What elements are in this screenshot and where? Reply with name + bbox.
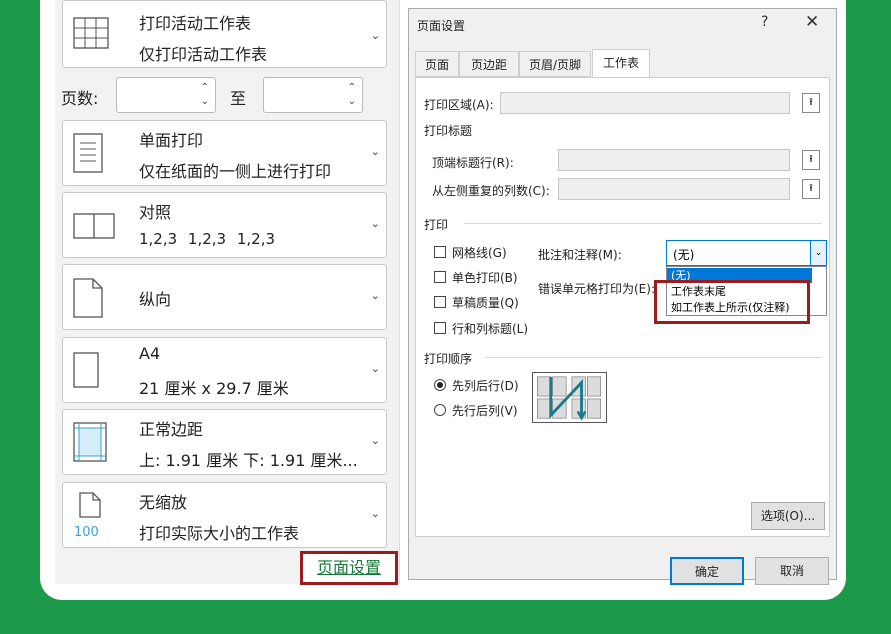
cell-errors-label: 错误单元格打印为(E):	[538, 282, 655, 296]
print-settings-panel: 打印活动工作表 仅打印活动工作表 ⌄ 页数: ⌃ ⌄ 至 ⌃ ⌄ 单面打印 仅在…	[55, 0, 400, 585]
option-subtitle: 1,2,3 1,2,3 1,2,3	[139, 230, 276, 248]
option-subtitle: 打印实际大小的工作表	[139, 524, 300, 543]
section-divider	[464, 223, 822, 224]
cancel-button[interactable]: 取消	[755, 557, 829, 585]
print-area-label: 打印区域(A):	[424, 98, 494, 112]
cols-to-repeat-label: 从左侧重复的列数(C):	[432, 184, 550, 198]
spin-down-icon[interactable]: ⌄	[348, 96, 356, 108]
draft-quality-checkbox[interactable]	[434, 296, 446, 308]
print-what-option[interactable]: 打印活动工作表 仅打印活动工作表 ⌄	[62, 0, 387, 68]
option-title: 纵向	[139, 290, 172, 309]
close-icon[interactable]: ✕	[805, 12, 819, 32]
over-then-down-radio[interactable]	[434, 404, 446, 416]
rows-to-repeat-input[interactable]	[558, 149, 790, 171]
tab-sheet[interactable]: 工作表	[592, 49, 650, 77]
collapse-dialog-icon[interactable]: ⭱	[802, 150, 820, 170]
page-order-diagram-icon	[532, 372, 607, 423]
help-icon[interactable]: ?	[761, 14, 768, 30]
chevron-down-icon[interactable]: ⌄	[371, 289, 380, 302]
row-col-headings-label: 行和列标题(L)	[452, 322, 529, 336]
paper-size-option[interactable]: A4 21 厘米 x 29.7 厘米 ⌄	[62, 337, 387, 403]
option-subtitle: 上: 1.91 厘米 下: 1.91 厘米...	[139, 451, 358, 470]
dialog-title: 页面设置	[417, 19, 466, 33]
chevron-down-icon[interactable]: ⌄	[371, 434, 380, 447]
collapse-dialog-icon[interactable]: ⭱	[802, 179, 820, 199]
option-title: 打印活动工作表	[139, 14, 252, 33]
dropdown-highlight-box	[654, 280, 810, 324]
option-subtitle: 仅打印活动工作表	[139, 45, 268, 64]
chevron-down-icon[interactable]: ⌄	[371, 507, 380, 520]
to-label: 至	[230, 89, 247, 108]
options-button[interactable]: 选项(O)...	[751, 502, 825, 530]
single-side-icon	[73, 133, 103, 173]
page-order-section: 打印顺序	[424, 352, 473, 366]
page-to-input[interactable]: ⌃ ⌄	[263, 77, 363, 113]
draft-quality-label: 草稿质量(Q)	[452, 296, 519, 310]
print-titles-section: 打印标题	[424, 124, 473, 138]
tab-page[interactable]: 页面	[415, 51, 459, 77]
rows-to-repeat-label: 顶端标题行(R):	[432, 156, 514, 170]
chevron-down-icon[interactable]: ⌄	[371, 145, 380, 158]
margins-icon	[73, 422, 107, 462]
scaling-icon-text: 100	[74, 525, 99, 539]
chevron-down-icon[interactable]: ⌄	[371, 29, 380, 42]
spin-up-icon[interactable]: ⌃	[201, 82, 209, 94]
over-then-down-label: 先行后列(V)	[452, 404, 518, 418]
portrait-icon	[73, 278, 103, 318]
print-area-input[interactable]	[500, 92, 790, 114]
option-subtitle: 21 厘米 x 29.7 厘米	[139, 379, 289, 398]
collate-icon	[73, 213, 115, 239]
paper-size-icon	[73, 352, 99, 388]
scaling-icon: 100	[74, 492, 101, 539]
tab-header-footer[interactable]: 页眉/页脚	[519, 51, 591, 77]
option-title: 无缩放	[139, 493, 188, 512]
black-white-checkbox[interactable]	[434, 271, 446, 283]
tab-margins[interactable]: 页边距	[459, 51, 519, 77]
comments-label: 批注和注释(M):	[538, 248, 622, 262]
down-then-over-radio[interactable]	[434, 379, 446, 391]
print-section: 打印	[424, 218, 449, 232]
comments-value: (无)	[673, 248, 695, 262]
collate-option[interactable]: 对照 1,2,3 1,2,3 1,2,3 ⌄	[62, 192, 387, 258]
margins-option[interactable]: 正常边距 上: 1.91 厘米 下: 1.91 厘米... ⌄	[62, 409, 387, 475]
option-title: 单面打印	[139, 131, 204, 150]
option-subtitle: 仅在纸面的一侧上进行打印	[139, 162, 332, 181]
sides-option[interactable]: 单面打印 仅在纸面的一侧上进行打印 ⌄	[62, 120, 387, 186]
down-then-over-label: 先列后行(D)	[452, 379, 519, 393]
row-col-headings-checkbox[interactable]	[434, 322, 446, 334]
chevron-down-icon[interactable]: ⌄	[371, 217, 380, 230]
scaling-option[interactable]: 100 无缩放 打印实际大小的工作表 ⌄	[62, 482, 387, 548]
page-setup-link[interactable]: 页面设置	[300, 551, 398, 585]
chevron-down-icon[interactable]: ⌄	[810, 240, 827, 266]
comments-select[interactable]: (无) ⌄	[666, 240, 827, 266]
gridlines-checkbox[interactable]	[434, 246, 446, 258]
option-title: A4	[139, 344, 161, 363]
collapse-dialog-icon[interactable]: ⭱	[802, 93, 820, 113]
pages-label: 页数:	[61, 89, 99, 108]
ok-button[interactable]: 确定	[670, 557, 744, 585]
section-divider	[486, 357, 822, 358]
page-from-input[interactable]: ⌃ ⌄	[116, 77, 216, 113]
orientation-option[interactable]: 纵向 ⌄	[62, 264, 387, 330]
spin-down-icon[interactable]: ⌄	[201, 96, 209, 108]
option-title: 对照	[139, 203, 172, 222]
spin-up-icon[interactable]: ⌃	[348, 82, 356, 94]
grid-sheet-icon	[73, 17, 109, 49]
cols-to-repeat-input[interactable]	[558, 178, 790, 200]
option-title: 正常边距	[139, 420, 204, 439]
gridlines-label: 网格线(G)	[452, 246, 507, 260]
black-white-label: 单色打印(B)	[452, 271, 518, 285]
chevron-down-icon[interactable]: ⌄	[371, 362, 380, 375]
